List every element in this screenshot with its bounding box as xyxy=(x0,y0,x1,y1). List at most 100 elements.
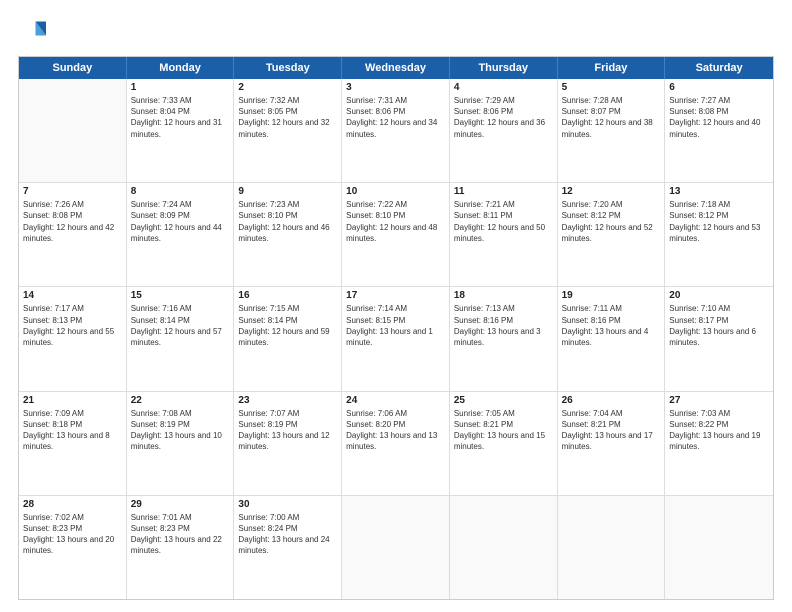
day-number: 19 xyxy=(562,290,661,301)
day-number: 3 xyxy=(346,82,445,93)
day-number: 15 xyxy=(131,290,230,301)
calendar-cell: 14 Sunrise: 7:17 AMSunset: 8:13 PMDayligh… xyxy=(19,287,127,390)
calendar-header-row: SundayMondayTuesdayWednesdayThursdayFrid… xyxy=(19,57,773,79)
calendar-cell xyxy=(665,496,773,599)
day-number: 28 xyxy=(23,499,122,510)
calendar-cell: 26 Sunrise: 7:04 AMSunset: 8:21 PMDayligh… xyxy=(558,392,666,495)
day-number: 4 xyxy=(454,82,553,93)
cell-info: Sunrise: 7:10 AMSunset: 8:17 PMDaylight:… xyxy=(669,303,769,348)
cell-info: Sunrise: 7:02 AMSunset: 8:23 PMDaylight:… xyxy=(23,512,122,557)
day-number: 17 xyxy=(346,290,445,301)
calendar-cell: 23 Sunrise: 7:07 AMSunset: 8:19 PMDayligh… xyxy=(234,392,342,495)
page: SundayMondayTuesdayWednesdayThursdayFrid… xyxy=(0,0,792,612)
day-number: 9 xyxy=(238,186,337,197)
logo-icon xyxy=(18,18,46,46)
calendar-header-cell: Thursday xyxy=(450,57,558,79)
calendar-week-row: 21 Sunrise: 7:09 AMSunset: 8:18 PMDayligh… xyxy=(19,392,773,496)
calendar-header-cell: Tuesday xyxy=(234,57,342,79)
day-number: 8 xyxy=(131,186,230,197)
calendar: SundayMondayTuesdayWednesdayThursdayFrid… xyxy=(18,56,774,600)
calendar-cell: 15 Sunrise: 7:16 AMSunset: 8:14 PMDayligh… xyxy=(127,287,235,390)
day-number: 2 xyxy=(238,82,337,93)
cell-info: Sunrise: 7:22 AMSunset: 8:10 PMDaylight:… xyxy=(346,199,445,244)
calendar-cell: 7Sunrise: 7:26 AMSunset: 8:08 PMDaylight… xyxy=(19,183,127,286)
calendar-week-row: 14 Sunrise: 7:17 AMSunset: 8:13 PMDayligh… xyxy=(19,287,773,391)
calendar-cell: 21 Sunrise: 7:09 AMSunset: 8:18 PMDayligh… xyxy=(19,392,127,495)
calendar-cell: 3 Sunrise: 7:31 AMSunset: 8:06 PMDaylight… xyxy=(342,79,450,182)
calendar-cell: 25Sunrise: 7:05 AMSunset: 8:21 PMDayligh… xyxy=(450,392,558,495)
cell-info: Sunrise: 7:24 AMSunset: 8:09 PMDaylight:… xyxy=(131,199,230,244)
cell-info: Sunrise: 7:18 AMSunset: 8:12 PMDaylight:… xyxy=(669,199,769,244)
calendar-cell: 18 Sunrise: 7:13 AMSunset: 8:16 PMDayligh… xyxy=(450,287,558,390)
cell-info: Sunrise: 7:21 AMSunset: 8:11 PMDaylight:… xyxy=(454,199,553,244)
cell-info: Sunrise: 7:07 AMSunset: 8:19 PMDaylight:… xyxy=(238,408,337,453)
calendar-cell xyxy=(558,496,666,599)
day-number: 18 xyxy=(454,290,553,301)
day-number: 23 xyxy=(238,395,337,406)
calendar-cell: 1 Sunrise: 7:33 AMSunset: 8:04 PMDaylight… xyxy=(127,79,235,182)
cell-info: Sunrise: 7:33 AMSunset: 8:04 PMDaylight:… xyxy=(131,95,230,140)
calendar-cell xyxy=(450,496,558,599)
calendar-cell: 28 Sunrise: 7:02 AMSunset: 8:23 PMDayligh… xyxy=(19,496,127,599)
calendar-header-cell: Sunday xyxy=(19,57,127,79)
cell-info: Sunrise: 7:14 AMSunset: 8:15 PMDaylight:… xyxy=(346,303,445,348)
day-number: 21 xyxy=(23,395,122,406)
calendar-cell xyxy=(19,79,127,182)
cell-info: Sunrise: 7:09 AMSunset: 8:18 PMDaylight:… xyxy=(23,408,122,453)
cell-info: Sunrise: 7:03 AMSunset: 8:22 PMDaylight:… xyxy=(669,408,769,453)
day-number: 30 xyxy=(238,499,337,510)
day-number: 20 xyxy=(669,290,769,301)
day-number: 29 xyxy=(131,499,230,510)
day-number: 22 xyxy=(131,395,230,406)
day-number: 25 xyxy=(454,395,553,406)
day-number: 14 xyxy=(23,290,122,301)
cell-info: Sunrise: 7:28 AMSunset: 8:07 PMDaylight:… xyxy=(562,95,661,140)
day-number: 5 xyxy=(562,82,661,93)
cell-info: Sunrise: 7:27 AMSunset: 8:08 PMDaylight:… xyxy=(669,95,769,140)
calendar-cell: 4Sunrise: 7:29 AMSunset: 8:06 PMDaylight… xyxy=(450,79,558,182)
day-number: 10 xyxy=(346,186,445,197)
calendar-week-row: 1 Sunrise: 7:33 AMSunset: 8:04 PMDaylight… xyxy=(19,79,773,183)
calendar-cell: 9 Sunrise: 7:23 AMSunset: 8:10 PMDaylight… xyxy=(234,183,342,286)
cell-info: Sunrise: 7:16 AMSunset: 8:14 PMDaylight:… xyxy=(131,303,230,348)
day-number: 13 xyxy=(669,186,769,197)
calendar-header-cell: Saturday xyxy=(665,57,773,79)
calendar-header-cell: Wednesday xyxy=(342,57,450,79)
cell-info: Sunrise: 7:20 AMSunset: 8:12 PMDaylight:… xyxy=(562,199,661,244)
cell-info: Sunrise: 7:31 AMSunset: 8:06 PMDaylight:… xyxy=(346,95,445,140)
calendar-cell: 27Sunrise: 7:03 AMSunset: 8:22 PMDayligh… xyxy=(665,392,773,495)
cell-info: Sunrise: 7:17 AMSunset: 8:13 PMDaylight:… xyxy=(23,303,122,348)
calendar-header-cell: Friday xyxy=(558,57,666,79)
calendar-cell: 29 Sunrise: 7:01 AMSunset: 8:23 PMDayligh… xyxy=(127,496,235,599)
calendar-cell: 2 Sunrise: 7:32 AMSunset: 8:05 PMDaylight… xyxy=(234,79,342,182)
calendar-cell: 10 Sunrise: 7:22 AMSunset: 8:10 PMDayligh… xyxy=(342,183,450,286)
calendar-cell: 8 Sunrise: 7:24 AMSunset: 8:09 PMDaylight… xyxy=(127,183,235,286)
calendar-cell: 19 Sunrise: 7:11 AMSunset: 8:16 PMDayligh… xyxy=(558,287,666,390)
calendar-cell xyxy=(342,496,450,599)
calendar-cell: 12Sunrise: 7:20 AMSunset: 8:12 PMDayligh… xyxy=(558,183,666,286)
cell-info: Sunrise: 7:00 AMSunset: 8:24 PMDaylight:… xyxy=(238,512,337,557)
calendar-body: 1 Sunrise: 7:33 AMSunset: 8:04 PMDaylight… xyxy=(19,79,773,599)
calendar-cell: 22Sunrise: 7:08 AMSunset: 8:19 PMDayligh… xyxy=(127,392,235,495)
day-number: 16 xyxy=(238,290,337,301)
calendar-week-row: 7Sunrise: 7:26 AMSunset: 8:08 PMDaylight… xyxy=(19,183,773,287)
calendar-cell: 11 Sunrise: 7:21 AMSunset: 8:11 PMDayligh… xyxy=(450,183,558,286)
day-number: 6 xyxy=(669,82,769,93)
cell-info: Sunrise: 7:26 AMSunset: 8:08 PMDaylight:… xyxy=(23,199,122,244)
cell-info: Sunrise: 7:32 AMSunset: 8:05 PMDaylight:… xyxy=(238,95,337,140)
calendar-cell: 5 Sunrise: 7:28 AMSunset: 8:07 PMDaylight… xyxy=(558,79,666,182)
day-number: 1 xyxy=(131,82,230,93)
cell-info: Sunrise: 7:13 AMSunset: 8:16 PMDaylight:… xyxy=(454,303,553,348)
cell-info: Sunrise: 7:11 AMSunset: 8:16 PMDaylight:… xyxy=(562,303,661,348)
calendar-cell: 24Sunrise: 7:06 AMSunset: 8:20 PMDayligh… xyxy=(342,392,450,495)
calendar-header-cell: Monday xyxy=(127,57,235,79)
cell-info: Sunrise: 7:01 AMSunset: 8:23 PMDaylight:… xyxy=(131,512,230,557)
calendar-cell: 17 Sunrise: 7:14 AMSunset: 8:15 PMDayligh… xyxy=(342,287,450,390)
cell-info: Sunrise: 7:23 AMSunset: 8:10 PMDaylight:… xyxy=(238,199,337,244)
calendar-cell: 20 Sunrise: 7:10 AMSunset: 8:17 PMDayligh… xyxy=(665,287,773,390)
cell-info: Sunrise: 7:04 AMSunset: 8:21 PMDaylight:… xyxy=(562,408,661,453)
day-number: 26 xyxy=(562,395,661,406)
day-number: 11 xyxy=(454,186,553,197)
calendar-cell: 30 Sunrise: 7:00 AMSunset: 8:24 PMDayligh… xyxy=(234,496,342,599)
calendar-week-row: 28 Sunrise: 7:02 AMSunset: 8:23 PMDayligh… xyxy=(19,496,773,599)
